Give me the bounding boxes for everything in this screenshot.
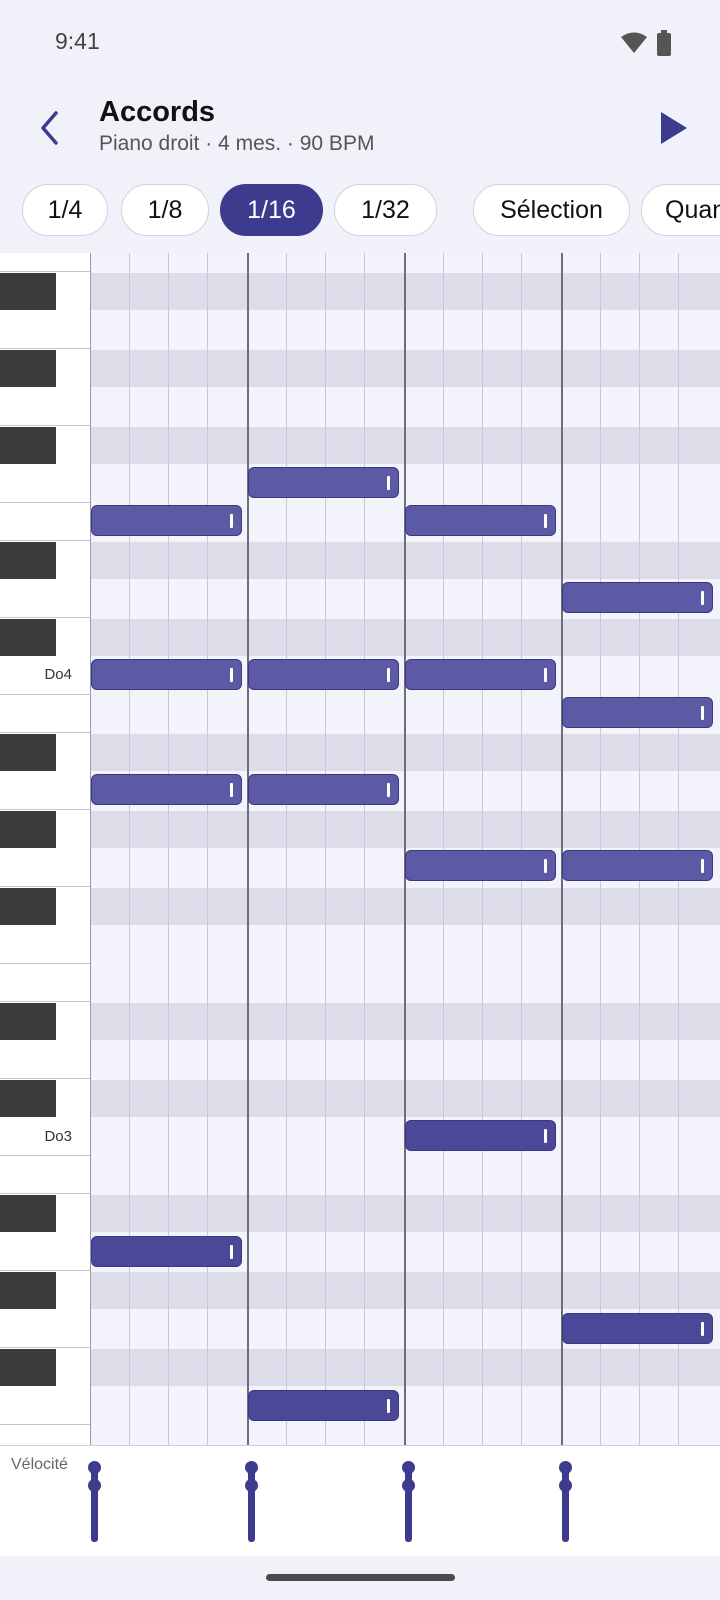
resize-handle[interactable] <box>230 514 233 528</box>
resize-handle[interactable] <box>387 476 390 490</box>
resize-handle[interactable] <box>701 591 704 605</box>
black-key[interactable] <box>0 888 56 925</box>
note[interactable] <box>91 659 242 690</box>
black-key[interactable] <box>0 1003 56 1040</box>
velocity-handle[interactable] <box>245 1479 258 1492</box>
grid-toolbar: 1/4 1/8 1/16 1/32 Sélection Quan <box>0 184 720 238</box>
resize-handle[interactable] <box>544 859 547 873</box>
black-key[interactable] <box>0 350 56 387</box>
resize-handle[interactable] <box>387 1399 390 1413</box>
resize-handle[interactable] <box>701 706 704 720</box>
page-title: Accords <box>99 96 216 128</box>
resize-handle[interactable] <box>701 859 704 873</box>
resize-handle[interactable] <box>230 1245 233 1259</box>
velocity-bar[interactable] <box>562 1464 569 1542</box>
black-key[interactable] <box>0 427 56 464</box>
note[interactable] <box>405 659 556 690</box>
velocity-handle[interactable] <box>88 1479 101 1492</box>
key-label-do4: Do4 <box>44 666 72 683</box>
selection-button[interactable]: Sélection <box>473 184 630 236</box>
black-key[interactable] <box>0 619 56 656</box>
resize-handle[interactable] <box>230 668 233 682</box>
resize-handle[interactable] <box>387 783 390 797</box>
resize-handle[interactable] <box>230 783 233 797</box>
velocity-bar[interactable] <box>248 1464 255 1542</box>
note[interactable] <box>91 774 242 805</box>
black-key[interactable] <box>0 1349 56 1386</box>
note[interactable] <box>562 697 713 728</box>
resize-handle[interactable] <box>544 668 547 682</box>
velocity-lane: Vélocité <box>0 1445 720 1556</box>
navigation-bar <box>0 1556 720 1600</box>
grid-chip-thirtysecond[interactable]: 1/32 <box>334 184 437 236</box>
status-icons <box>620 30 672 61</box>
resize-handle[interactable] <box>387 668 390 682</box>
quantize-button[interactable]: Quan <box>641 184 720 236</box>
velocity-bar[interactable] <box>91 1464 98 1542</box>
page-subtitle: Piano droit · 4 mes. · 90 BPM <box>99 132 375 155</box>
velocity-handle[interactable] <box>559 1461 572 1474</box>
measure-line <box>247 253 249 1445</box>
note[interactable] <box>248 1390 399 1421</box>
battery-icon <box>656 30 672 61</box>
black-key[interactable] <box>0 1080 56 1117</box>
velocity-handle[interactable] <box>402 1479 415 1492</box>
play-icon <box>659 110 689 151</box>
note[interactable] <box>562 1313 713 1344</box>
velocity-handle[interactable] <box>402 1461 415 1474</box>
black-key[interactable] <box>0 273 56 310</box>
piano-roll[interactable]: Do4 Do3 <box>0 253 720 1445</box>
note[interactable] <box>405 1120 556 1151</box>
key-label-do3: Do3 <box>44 1128 72 1145</box>
note[interactable] <box>562 582 713 613</box>
grid-chip-eighth[interactable]: 1/8 <box>121 184 209 236</box>
play-button[interactable] <box>648 104 700 156</box>
resize-handle[interactable] <box>544 514 547 528</box>
black-key[interactable] <box>0 542 56 579</box>
note[interactable] <box>405 505 556 536</box>
velocity-handle[interactable] <box>559 1479 572 1492</box>
status-bar: 9:41 <box>0 0 720 84</box>
resize-handle[interactable] <box>544 1129 547 1143</box>
home-indicator[interactable] <box>266 1574 455 1581</box>
velocity-bar[interactable] <box>405 1464 412 1542</box>
measure-line <box>561 253 563 1445</box>
note[interactable] <box>248 774 399 805</box>
note[interactable] <box>248 659 399 690</box>
resize-handle[interactable] <box>701 1322 704 1336</box>
back-button[interactable] <box>26 106 74 154</box>
velocity-handle[interactable] <box>245 1461 258 1474</box>
app-bar: Accords Piano droit · 4 mes. · 90 BPM <box>0 84 720 184</box>
note[interactable] <box>405 850 556 881</box>
note-grid[interactable] <box>91 253 720 1445</box>
chevron-left-icon <box>36 108 64 153</box>
status-time: 9:41 <box>55 28 100 54</box>
note[interactable] <box>248 467 399 498</box>
measure-line <box>404 253 406 1445</box>
note[interactable] <box>562 850 713 881</box>
velocity-label: Vélocité <box>11 1456 68 1473</box>
black-key[interactable] <box>0 1272 56 1309</box>
grid-chip-sixteenth[interactable]: 1/16 <box>220 184 323 236</box>
grid-chip-quarter[interactable]: 1/4 <box>22 184 108 236</box>
velocity-handle[interactable] <box>88 1461 101 1474</box>
black-key[interactable] <box>0 734 56 771</box>
note[interactable] <box>91 1236 242 1267</box>
note[interactable] <box>91 505 242 536</box>
piano-keyboard[interactable]: Do4 Do3 <box>0 253 91 1445</box>
black-key[interactable] <box>0 811 56 848</box>
wifi-icon <box>620 31 648 60</box>
black-key[interactable] <box>0 1195 56 1232</box>
